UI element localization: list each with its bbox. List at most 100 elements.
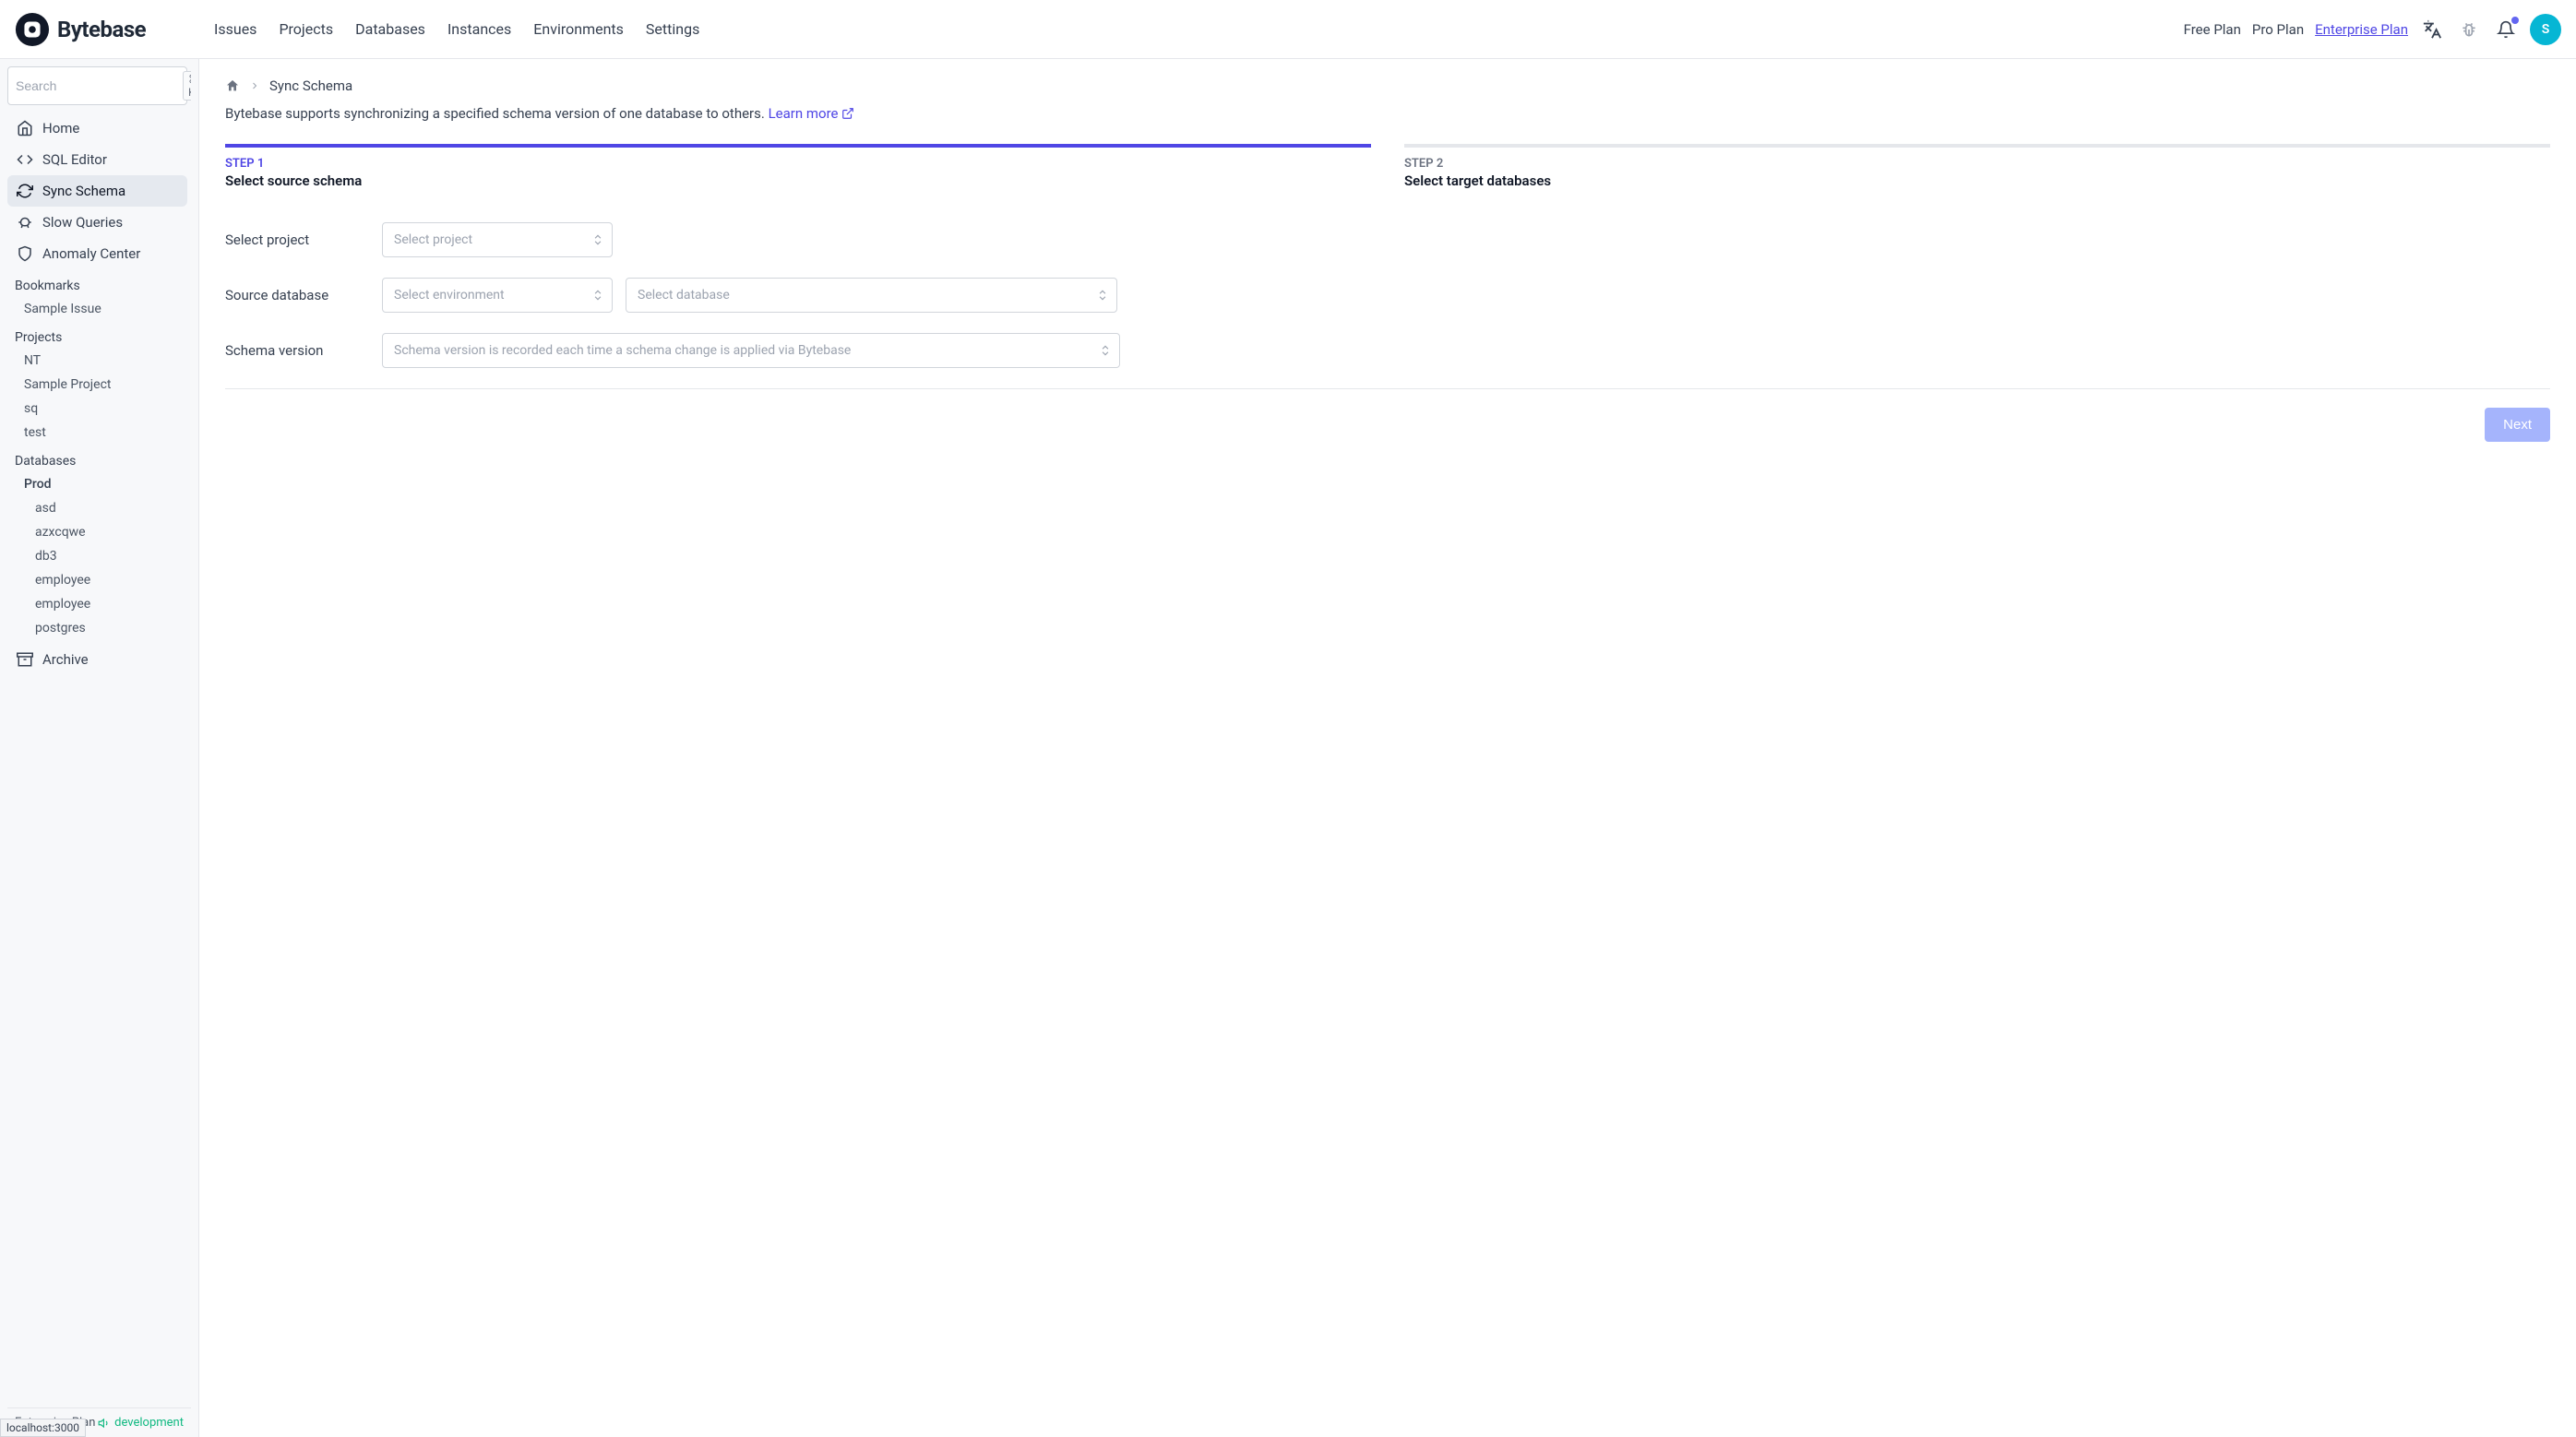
- brand-name: Bytebase: [57, 17, 146, 42]
- sidebar-item-label: SQL Editor: [42, 151, 107, 168]
- sidebar-section-databases: Databases: [7, 445, 187, 472]
- next-button[interactable]: Next: [2485, 408, 2550, 442]
- external-link-icon: [841, 107, 854, 120]
- page-description: Bytebase supports synchronizing a specif…: [225, 105, 2550, 122]
- logo[interactable]: Bytebase: [15, 12, 146, 47]
- footer-dev: development: [98, 1416, 184, 1430]
- turtle-icon: [17, 214, 33, 231]
- sidebar-item-slow-queries[interactable]: Slow Queries: [7, 207, 187, 238]
- sidebar-item-label: Sync Schema: [42, 183, 125, 199]
- breadcrumb-current: Sync Schema: [269, 77, 352, 94]
- project-item[interactable]: sq: [7, 397, 187, 421]
- topnav-issues[interactable]: Issues: [214, 20, 256, 38]
- search-shortcut: ⌘ K: [183, 71, 191, 101]
- chevron-right-icon: [249, 80, 260, 91]
- step-bar: [225, 144, 1371, 148]
- row-source-database: Source database Select environment Selec…: [225, 278, 2550, 313]
- plan-pro[interactable]: Pro Plan: [2252, 21, 2304, 38]
- bug-icon[interactable]: [2456, 17, 2482, 42]
- step-2[interactable]: STEP 2 Select target databases: [1404, 144, 2550, 189]
- archive-icon: [17, 651, 33, 668]
- plan-enterprise[interactable]: Enterprise Plan: [2315, 21, 2408, 38]
- breadcrumb-home-icon[interactable]: [225, 78, 240, 93]
- database-item[interactable]: employee: [7, 568, 187, 592]
- label-select-project: Select project: [225, 232, 382, 248]
- topnav-projects[interactable]: Projects: [279, 20, 333, 38]
- step-num: STEP 2: [1404, 157, 2550, 171]
- breadcrumb: Sync Schema: [225, 77, 2550, 94]
- chevron-updown-icon: [591, 289, 604, 302]
- select-schema-version[interactable]: Schema version is recorded each time a s…: [382, 333, 1120, 368]
- volume-icon: [98, 1417, 111, 1430]
- sync-icon: [17, 183, 33, 199]
- search-box[interactable]: ⌘ K: [7, 66, 187, 105]
- step-title: Select source schema: [225, 172, 1371, 189]
- project-item[interactable]: Sample Project: [7, 373, 187, 397]
- divider: [225, 388, 2550, 389]
- language-icon[interactable]: [2419, 17, 2445, 42]
- database-item[interactable]: db3: [7, 544, 187, 568]
- sidebar-item-sync-schema[interactable]: Sync Schema: [7, 175, 187, 207]
- label-source-database: Source database: [225, 287, 382, 303]
- learn-more-label: Learn more: [769, 105, 839, 122]
- code-icon: [17, 151, 33, 168]
- select-environment[interactable]: Select environment: [382, 278, 613, 313]
- shield-icon: [17, 245, 33, 262]
- chevron-updown-icon: [591, 233, 604, 246]
- notification-dot: [2511, 17, 2519, 24]
- search-input[interactable]: [16, 78, 183, 93]
- database-item[interactable]: employee: [7, 592, 187, 616]
- select-database-placeholder: Select database: [638, 288, 730, 303]
- sidebar-section-projects: Projects: [7, 321, 187, 349]
- actions: Next: [225, 408, 2550, 442]
- main-content: Sync Schema Bytebase supports synchroniz…: [199, 59, 2576, 1437]
- select-schema-version-placeholder: Schema version is recorded each time a s…: [394, 343, 851, 358]
- steps: STEP 1 Select source schema STEP 2 Selec…: [225, 144, 2550, 189]
- footer-dev-label: development: [114, 1416, 184, 1430]
- step-bar: [1404, 144, 2550, 148]
- sidebar: ⌘ K Home SQL Editor Sync Schema Slow Que…: [0, 59, 199, 1437]
- topbar: Bytebase Issues Projects Databases Insta…: [0, 0, 2576, 59]
- select-project[interactable]: Select project: [382, 222, 613, 257]
- sidebar-item-sql-editor[interactable]: SQL Editor: [7, 144, 187, 175]
- database-item[interactable]: postgres: [7, 616, 187, 640]
- step-title: Select target databases: [1404, 172, 2550, 189]
- topnav-instances[interactable]: Instances: [447, 20, 511, 38]
- avatar[interactable]: S: [2530, 14, 2561, 45]
- avatar-initial: S: [2542, 22, 2550, 37]
- bell-icon[interactable]: [2493, 17, 2519, 42]
- topnav: Issues Projects Databases Instances Envi…: [214, 20, 699, 38]
- browser-status-bar: localhost:3000: [0, 1419, 86, 1437]
- database-item[interactable]: azxcqwe: [7, 520, 187, 544]
- plan-free[interactable]: Free Plan: [2184, 21, 2241, 38]
- sidebar-item-anomaly-center[interactable]: Anomaly Center: [7, 238, 187, 269]
- project-item[interactable]: NT: [7, 349, 187, 373]
- database-env[interactable]: Prod: [7, 472, 187, 496]
- label-schema-version: Schema version: [225, 342, 382, 359]
- sidebar-item-label: Archive: [42, 651, 89, 668]
- row-select-project: Select project Select project: [225, 222, 2550, 257]
- select-database[interactable]: Select database: [626, 278, 1117, 313]
- sidebar-item-home[interactable]: Home: [7, 113, 187, 144]
- bytebase-logo-icon: [15, 12, 50, 47]
- chevron-updown-icon: [1096, 289, 1109, 302]
- sidebar-item-label: Anomaly Center: [42, 245, 140, 262]
- sidebar-section-bookmarks: Bookmarks: [7, 269, 187, 297]
- step-1[interactable]: STEP 1 Select source schema: [225, 144, 1371, 189]
- topnav-environments[interactable]: Environments: [533, 20, 624, 38]
- chevron-updown-icon: [1099, 344, 1112, 357]
- database-item[interactable]: asd: [7, 496, 187, 520]
- sidebar-item-archive[interactable]: Archive: [7, 644, 187, 675]
- select-project-placeholder: Select project: [394, 232, 472, 247]
- topnav-databases[interactable]: Databases: [355, 20, 425, 38]
- step-num: STEP 1: [225, 157, 1371, 171]
- learn-more-link[interactable]: Learn more: [769, 105, 855, 122]
- project-item[interactable]: test: [7, 421, 187, 445]
- select-environment-placeholder: Select environment: [394, 288, 505, 303]
- description-text: Bytebase supports synchronizing a specif…: [225, 105, 765, 122]
- sidebar-item-label: Home: [42, 120, 79, 137]
- home-icon: [17, 120, 33, 137]
- bookmark-item[interactable]: Sample Issue: [7, 297, 187, 321]
- sidebar-item-label: Slow Queries: [42, 214, 123, 231]
- topnav-settings[interactable]: Settings: [646, 20, 699, 38]
